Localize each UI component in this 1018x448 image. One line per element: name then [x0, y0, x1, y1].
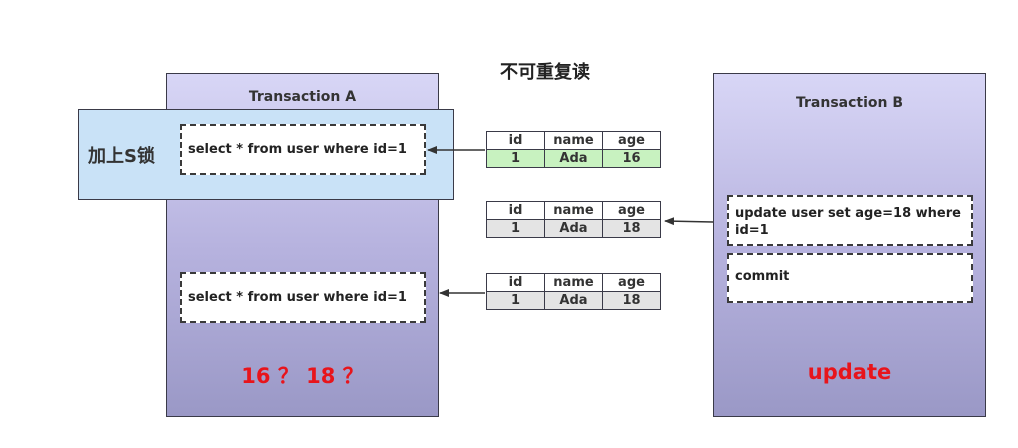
arrows-layer — [427, 146, 714, 297]
arrow-update-to-table2 — [664, 217, 714, 226]
